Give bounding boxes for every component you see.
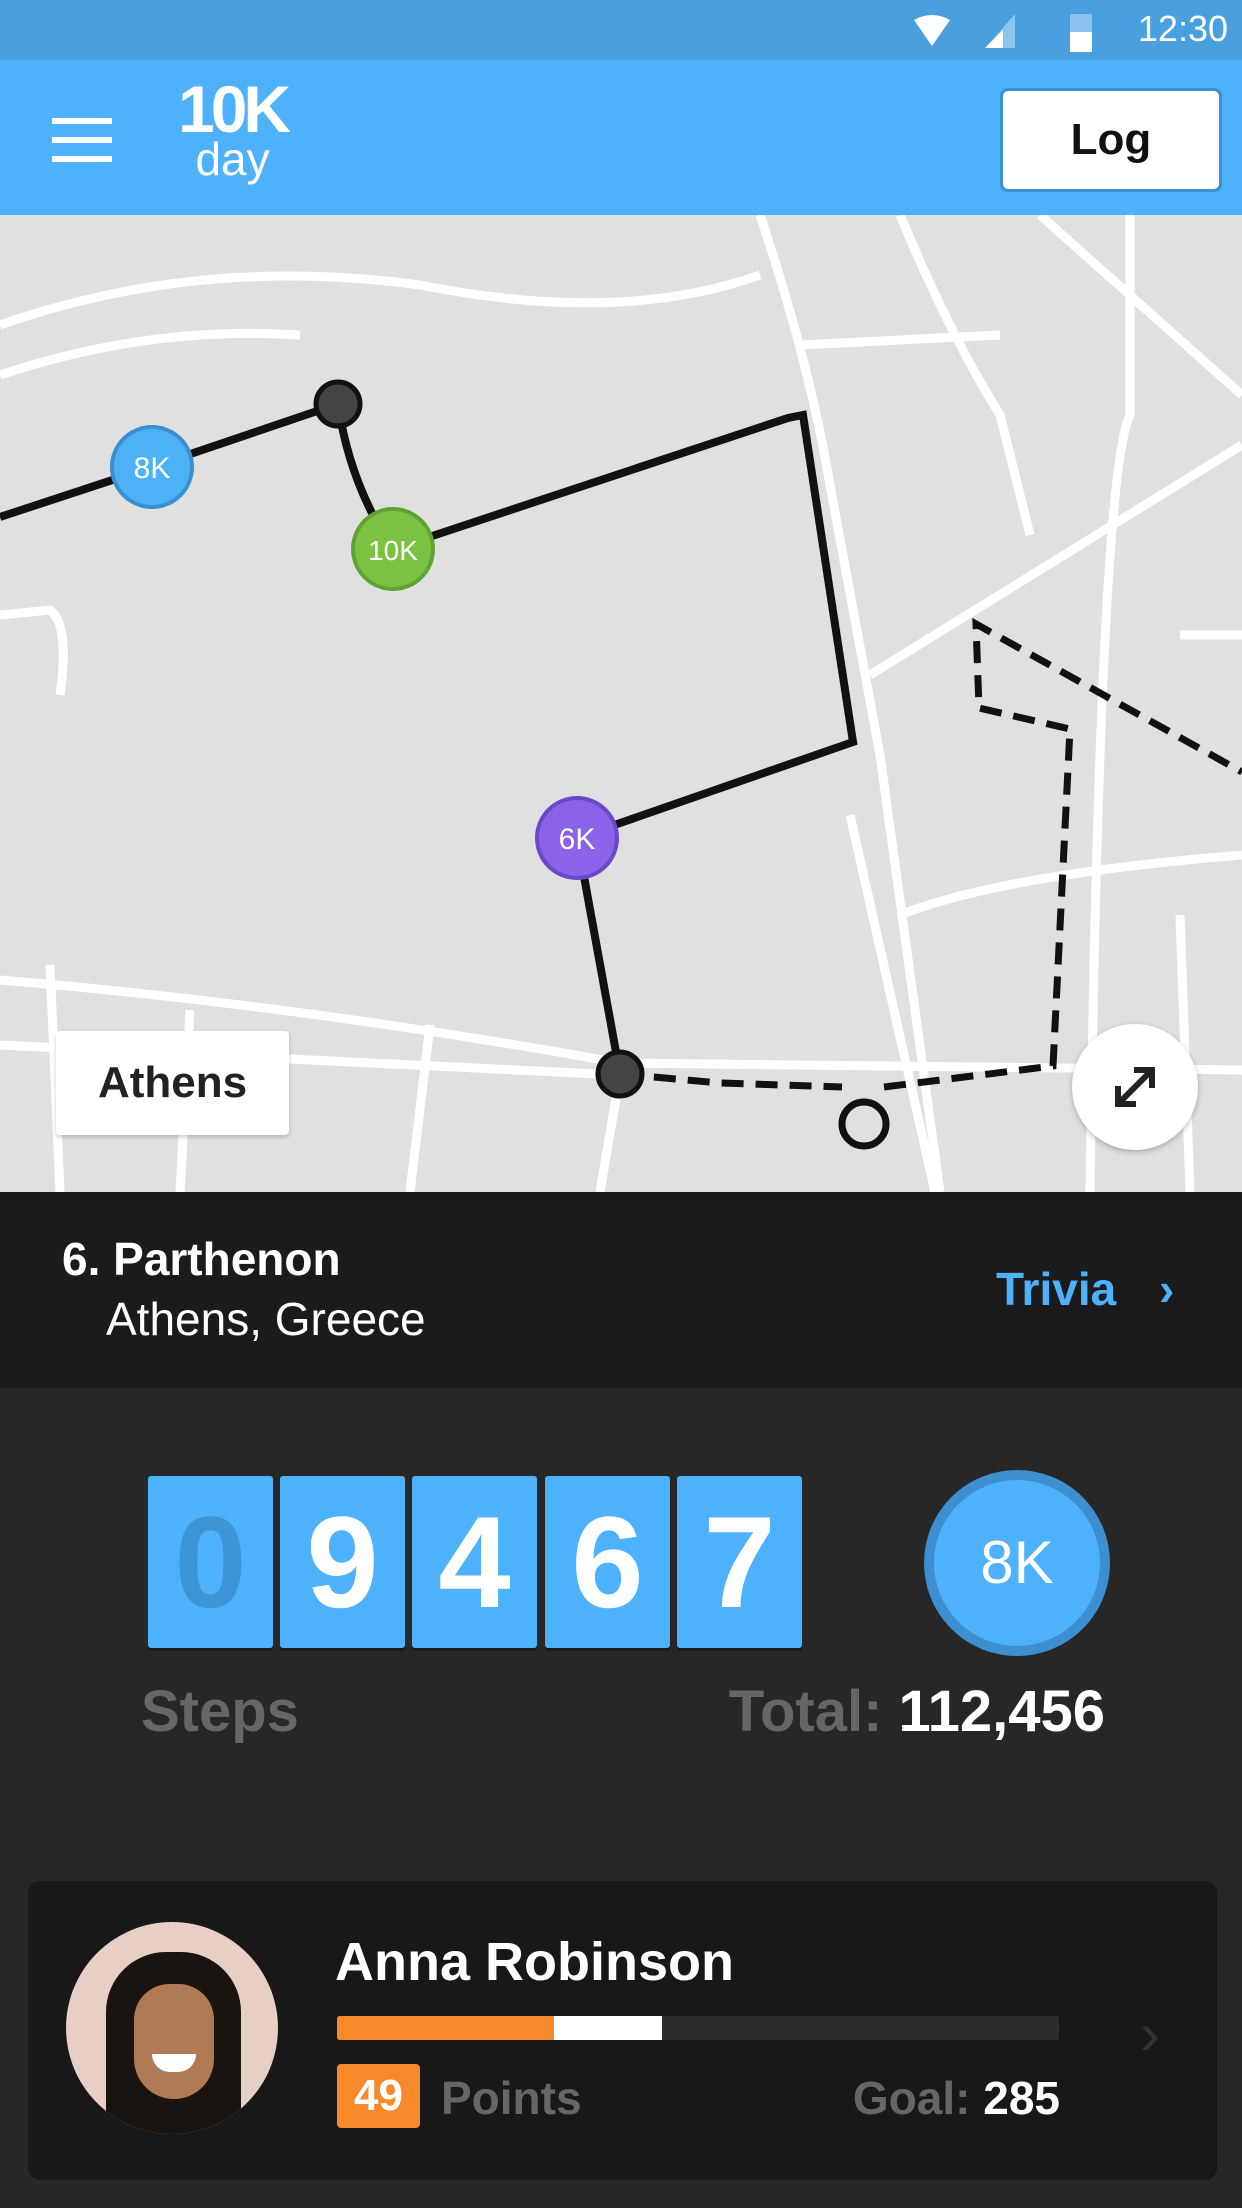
user-card[interactable]: Anna Robinson 49 Points Goal: 285 › <box>28 1881 1217 2180</box>
expand-arrows-icon <box>1115 1067 1155 1107</box>
points-progress-bar <box>337 2016 1059 2040</box>
trivia-link[interactable]: Trivia › <box>996 1262 1174 1316</box>
route-map[interactable]: 8K 10K 6K Athens <box>0 215 1242 1192</box>
road <box>1037 215 1242 399</box>
steps-label: Steps <box>141 1679 299 1744</box>
chevron-right-icon: › <box>1158 1263 1175 1315</box>
step-digit: 0 <box>148 1476 273 1648</box>
goal-label: Goal: <box>852 2072 971 2124</box>
hamburger-menu-icon[interactable] <box>52 118 112 162</box>
road <box>895 215 1035 537</box>
svg-text:8K: 8K <box>134 452 171 485</box>
goal-value: 285 <box>983 2072 1060 2124</box>
road <box>799 330 1001 350</box>
points-label: Points <box>441 2072 582 2124</box>
milestone-6k[interactable]: 6K <box>535 796 619 880</box>
road <box>405 1024 435 1192</box>
goal: Goal: 285 <box>853 2071 1060 2125</box>
clock: 12:30 <box>1137 8 1228 49</box>
step-digit: 6 <box>545 1476 670 1648</box>
progress-primary <box>337 2016 554 2040</box>
app-bar: 10K day Log <box>0 60 1242 215</box>
user-name: Anna Robinson <box>335 1932 734 1992</box>
place-title: 6. Parthenon <box>62 1233 341 1285</box>
route-node <box>595 1049 645 1099</box>
milestone-10k[interactable]: 10K <box>351 507 435 591</box>
road <box>867 441 1242 679</box>
road <box>0 270 762 330</box>
total-steps: Total: 112,456 <box>729 1678 1105 1745</box>
log-button[interactable]: Log <box>1000 88 1222 192</box>
milestone-badge: 8K <box>924 1470 1110 1656</box>
road <box>0 605 68 696</box>
city-label: Athens <box>56 1031 289 1135</box>
chevron-right-icon[interactable]: › <box>1140 1999 1160 2068</box>
total-label: Total: <box>728 1679 883 1744</box>
status-bar: 12:30 <box>0 0 1242 60</box>
svg-text:10K: 10K <box>368 535 418 566</box>
wifi-icon <box>914 15 950 46</box>
road <box>0 328 301 380</box>
destination-marker-icon <box>838 1098 890 1150</box>
battery-icon <box>1070 14 1092 52</box>
milestone-8k[interactable]: 8K <box>110 425 194 509</box>
route-completed <box>0 398 858 1075</box>
total-value: 112,456 <box>898 1679 1105 1744</box>
svg-text:6K: 6K <box>559 823 596 856</box>
avatar <box>66 1922 278 2134</box>
app-logo: 10K day <box>178 72 291 185</box>
step-digit: 9 <box>280 1476 405 1648</box>
step-digit: 7 <box>677 1476 802 1648</box>
step-digit: 4 <box>412 1476 537 1648</box>
place-subtitle: Athens, Greece <box>106 1293 426 1345</box>
place-header: 6. Parthenon Athens, Greece Trivia › <box>0 1192 1242 1388</box>
trivia-label: Trivia <box>996 1263 1117 1315</box>
route-node <box>313 379 363 429</box>
signal-icon <box>985 14 1015 48</box>
expand-map-button[interactable] <box>1072 1024 1198 1150</box>
points-badge: 49 <box>337 2064 420 2128</box>
route-remaining <box>619 617 1242 1091</box>
road <box>898 850 1242 920</box>
